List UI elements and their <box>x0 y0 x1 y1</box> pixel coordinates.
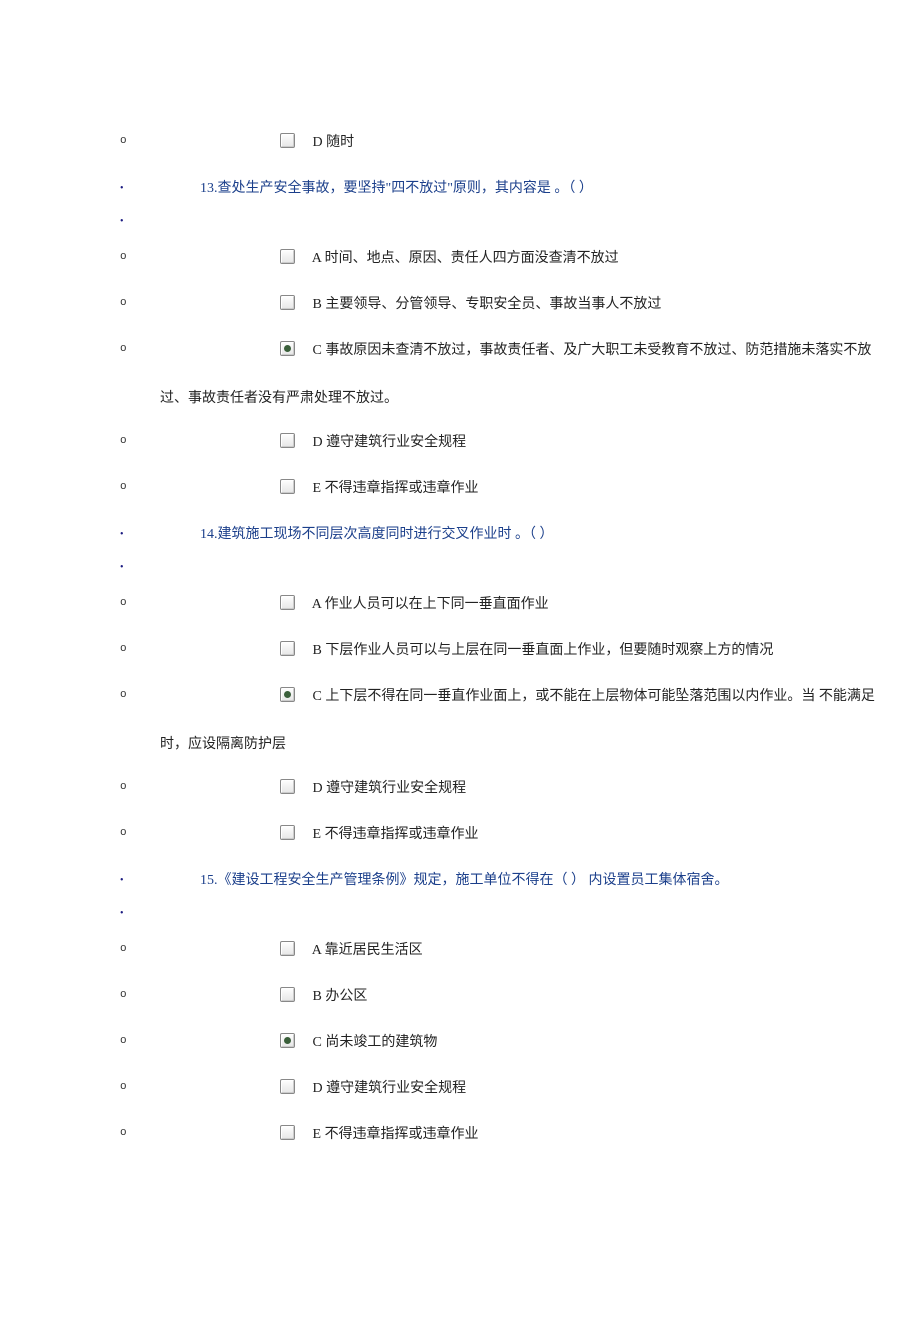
radio-icon[interactable] <box>280 595 295 610</box>
spacer <box>0 212 920 236</box>
list-item: D 随时 <box>0 120 920 166</box>
list-item: D 遵守建筑行业安全规程 <box>0 766 920 812</box>
question-15: 15.《建设工程安全生产管理条例》规定，施工单位不得在（ ） 内设置员工集体宿舍… <box>0 858 920 904</box>
option-label: D 随时 <box>313 135 355 150</box>
option-label: C 事故原因未查清不放过，事故责任者、及广大职工未受教育不放过、防范措施未落实不… <box>313 343 872 358</box>
radio-icon[interactable] <box>280 1079 295 1094</box>
radio-icon-selected[interactable] <box>280 341 295 356</box>
radio-icon[interactable] <box>280 779 295 794</box>
list-item: C 上下层不得在同一垂直作业面上，或不能在上层物体可能坠落范围以内作业。当 不能… <box>0 674 920 766</box>
question-14: 14.建筑施工现场不同层次高度同时进行交叉作业时 。（ ） <box>0 512 920 558</box>
list-item: D 遵守建筑行业安全规程 <box>0 420 920 466</box>
list-item: E 不得违章指挥或违章作业 <box>0 1112 920 1158</box>
radio-icon-selected[interactable] <box>280 687 295 702</box>
list-item: B 主要领导、分管领导、专职安全员、事故当事人不放过 <box>0 282 920 328</box>
question-text: 13.查处生产安全事故，要坚持"四不放过"原则，其内容是 。（ ） <box>200 181 593 196</box>
question-13: 13.查处生产安全事故，要坚持"四不放过"原则，其内容是 。（ ） <box>0 166 920 212</box>
option-label: B 办公区 <box>313 989 368 1004</box>
option-label: E 不得违章指挥或违章作业 <box>313 1127 479 1142</box>
list-item: D 遵守建筑行业安全规程 <box>0 1066 920 1112</box>
radio-icon[interactable] <box>280 295 295 310</box>
list-item: C 尚未竣工的建筑物 <box>0 1020 920 1066</box>
question-text: 15.《建设工程安全生产管理条例》规定，施工单位不得在（ ） 内设置员工集体宿舍… <box>200 873 729 888</box>
option-label: A 时间、地点、原因、责任人四方面没查清不放过 <box>312 251 619 266</box>
radio-icon[interactable] <box>280 479 295 494</box>
question-list: D 随时 13.查处生产安全事故，要坚持"四不放过"原则，其内容是 。（ ） A… <box>0 120 920 1158</box>
list-item: E 不得违章指挥或违章作业 <box>0 812 920 858</box>
radio-icon[interactable] <box>280 249 295 264</box>
radio-icon[interactable] <box>280 941 295 956</box>
option-label: B 主要领导、分管领导、专职安全员、事故当事人不放过 <box>313 297 662 312</box>
list-item: B 下层作业人员可以与上层在同一垂直面上作业，但要随时观察上方的情况 <box>0 628 920 674</box>
option-label: D 遵守建筑行业安全规程 <box>313 435 467 450</box>
option-label: E 不得违章指挥或违章作业 <box>313 827 479 842</box>
option-label: E 不得违章指挥或违章作业 <box>313 481 479 496</box>
radio-icon[interactable] <box>280 987 295 1002</box>
option-label: B 下层作业人员可以与上层在同一垂直面上作业，但要随时观察上方的情况 <box>313 643 774 658</box>
option-label: C 上下层不得在同一垂直作业面上，或不能在上层物体可能坠落范围以内作业。当 不能… <box>313 689 875 704</box>
option-label: A 靠近居民生活区 <box>312 943 423 958</box>
option-label: A 作业人员可以在上下同一垂直面作业 <box>312 597 549 612</box>
list-item: A 靠近居民生活区 <box>0 928 920 974</box>
radio-icon-selected[interactable] <box>280 1033 295 1048</box>
list-item: A 时间、地点、原因、责任人四方面没查清不放过 <box>0 236 920 282</box>
option-label-continuation: 过、事故责任者没有严肃处理不放过。 <box>160 386 880 412</box>
radio-icon[interactable] <box>280 133 295 148</box>
option-label: D 遵守建筑行业安全规程 <box>313 1081 467 1096</box>
option-label-continuation: 时，应设隔离防护层 <box>160 732 880 758</box>
document-page: D 随时 13.查处生产安全事故，要坚持"四不放过"原则，其内容是 。（ ） A… <box>0 0 920 1338</box>
spacer <box>0 904 920 928</box>
list-item: B 办公区 <box>0 974 920 1020</box>
radio-icon[interactable] <box>280 1125 295 1140</box>
radio-icon[interactable] <box>280 641 295 656</box>
list-item: C 事故原因未查清不放过，事故责任者、及广大职工未受教育不放过、防范措施未落实不… <box>0 328 920 420</box>
question-text: 14.建筑施工现场不同层次高度同时进行交叉作业时 。（ ） <box>200 527 554 542</box>
list-item: A 作业人员可以在上下同一垂直面作业 <box>0 582 920 628</box>
option-label: D 遵守建筑行业安全规程 <box>313 781 467 796</box>
option-label: C 尚未竣工的建筑物 <box>313 1035 438 1050</box>
list-item: E 不得违章指挥或违章作业 <box>0 466 920 512</box>
radio-icon[interactable] <box>280 825 295 840</box>
spacer <box>0 558 920 582</box>
radio-icon[interactable] <box>280 433 295 448</box>
